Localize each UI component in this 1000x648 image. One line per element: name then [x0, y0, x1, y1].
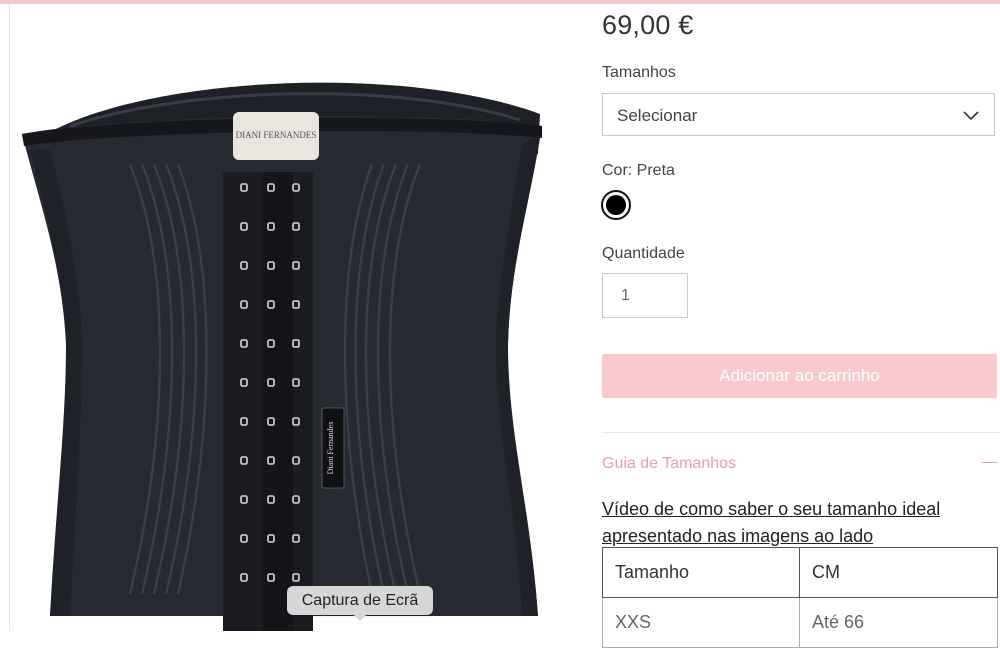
quantity-value: 1	[621, 287, 630, 304]
size-video-link[interactable]: Vídeo de como saber o seu tamanho ideal …	[602, 496, 992, 550]
table-row: XXS Até 66	[602, 597, 998, 648]
garment-label-text: Diani Fernandes	[326, 422, 335, 475]
size-table-header-row: Tamanho CM	[602, 547, 998, 598]
section-divider	[602, 432, 1000, 433]
chevron-down-icon	[962, 106, 980, 129]
size-dropdown[interactable]: Selecionar	[602, 93, 995, 136]
size-label: Tamanhos	[602, 64, 676, 81]
tooltip-tail	[353, 614, 367, 621]
product-price: 69,00 €	[602, 10, 694, 40]
screenshot-tooltip: Captura de Ecrã	[287, 586, 433, 615]
table-cell-size: XXS	[602, 597, 800, 648]
size-guide-title[interactable]: Guia de Tamanhos	[602, 455, 736, 473]
size-table-header-cm: CM	[799, 547, 998, 598]
size-dropdown-value: Selecionar	[617, 106, 698, 125]
color-swatch-black[interactable]	[601, 190, 631, 220]
waist-trainer-illustration: DIANI FERNANDES Diani Fernandes	[22, 82, 542, 631]
quantity-input[interactable]: 1	[602, 273, 688, 318]
table-cell-cm: Até 66	[799, 597, 998, 648]
quantity-label: Quantidade	[602, 245, 685, 262]
product-image[interactable]: DIANI FERNANDES Diani Fernandes	[10, 4, 565, 631]
color-swatch-dot	[606, 195, 626, 215]
color-label: Cor: Preta	[602, 162, 675, 179]
minus-icon[interactable]	[982, 462, 997, 463]
size-table-header-size: Tamanho	[602, 547, 800, 598]
add-to-cart-button[interactable]: Adicionar ao carrinho	[602, 354, 997, 398]
brand-tag-text: DIANI FERNANDES	[236, 130, 317, 140]
size-table: Tamanho CM XXS Até 66	[602, 547, 998, 648]
